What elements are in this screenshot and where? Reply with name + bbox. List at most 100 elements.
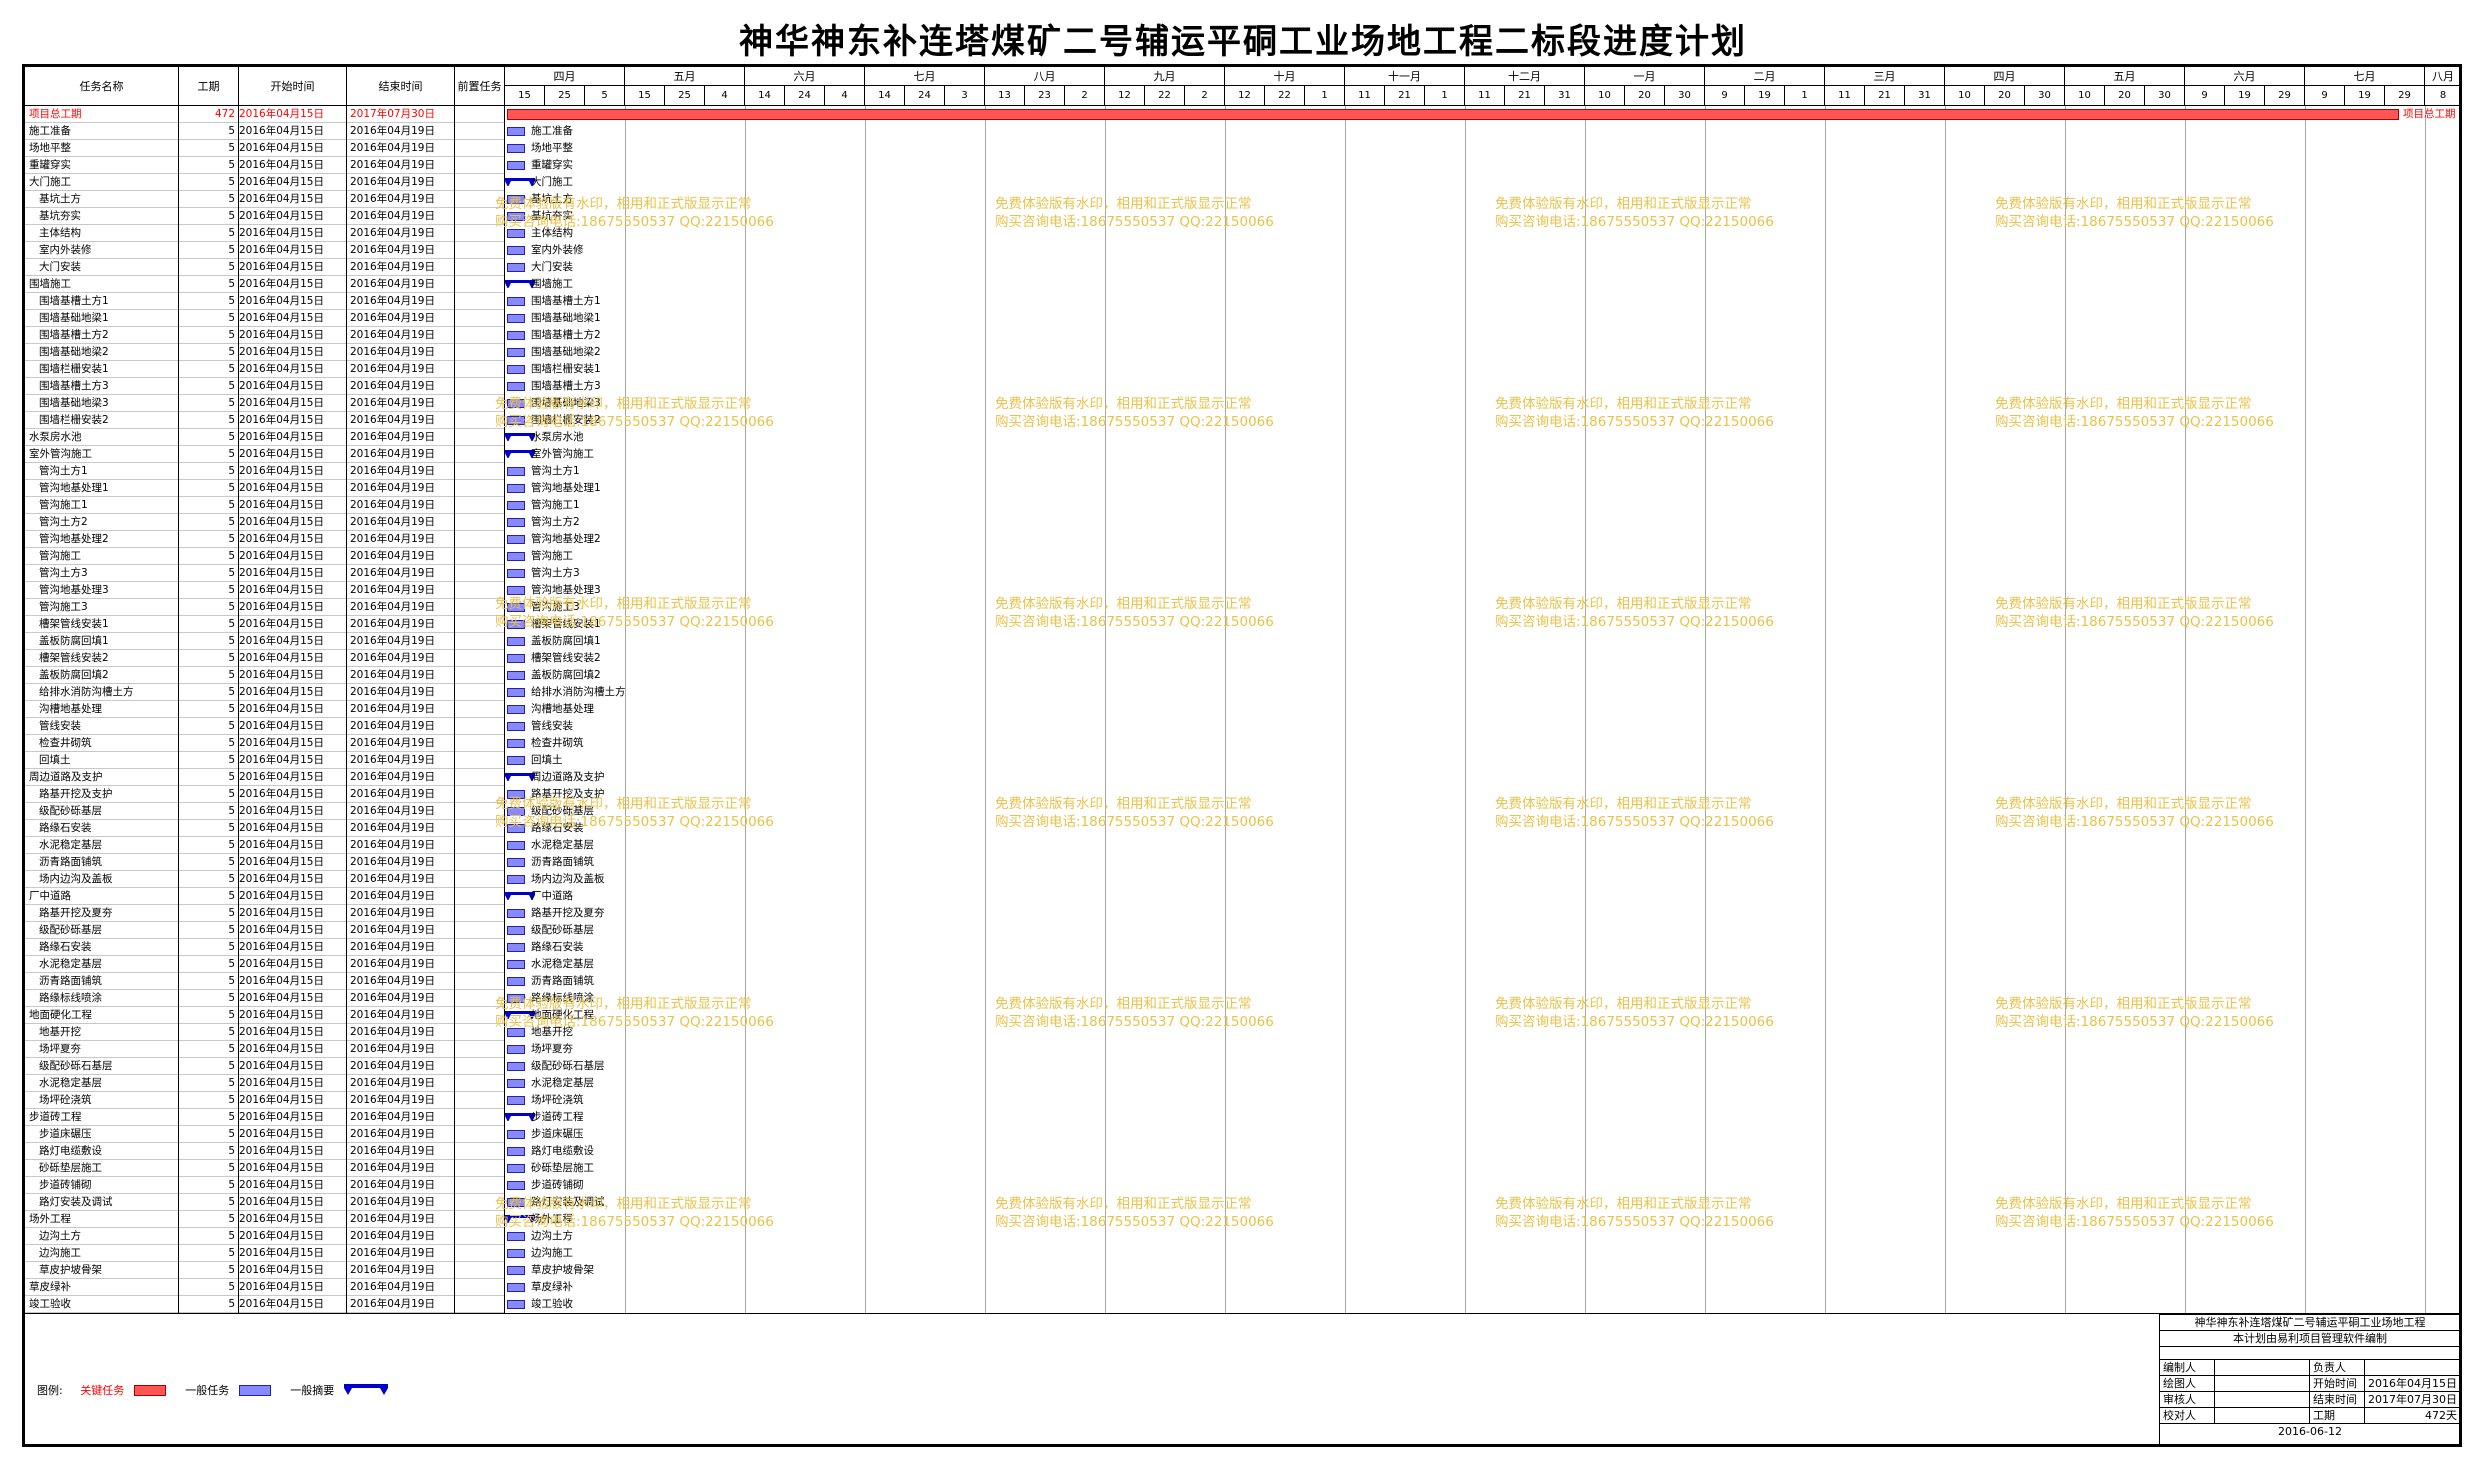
- task-duration: 5: [228, 1298, 235, 1310]
- table-divider: [346, 67, 347, 1313]
- task-end: 2016年04月19日: [350, 601, 435, 613]
- table-row: 基坑夯实 5 2016年04月15日 2016年04月19日: [25, 208, 505, 225]
- task-end: 2016年04月19日: [350, 584, 435, 596]
- task-start: 2016年04月15日: [239, 618, 324, 630]
- task-start: 2016年04月15日: [239, 856, 324, 868]
- task-duration: 5: [228, 1128, 235, 1140]
- table-row: 槽架管线安装1 5 2016年04月15日 2016年04月19日: [25, 616, 505, 633]
- watermark: 免费体验版有水印，相用和正式版显示正常 购买咨询电话:18675550537 QQ…: [1495, 1195, 1774, 1231]
- task-duration: 5: [228, 278, 235, 290]
- task-bar: [507, 722, 525, 731]
- watermark: 免费体验版有水印，相用和正式版显示正常 购买咨询电话:18675550537 QQ…: [1495, 395, 1774, 431]
- bar-label: 检查井砌筑: [531, 737, 584, 749]
- table-row: 槽架管线安装2 5 2016年04月15日 2016年04月19日: [25, 650, 505, 667]
- task-end: 2016年04月19日: [350, 958, 435, 970]
- table-row: 场坪夏夯 5 2016年04月15日 2016年04月19日: [25, 1041, 505, 1058]
- task-duration: 5: [228, 1094, 235, 1106]
- task-name: 盖板防腐回填2: [39, 669, 109, 681]
- watermark-line2: 购买咨询电话:18675550537 QQ:22150066: [995, 214, 1274, 230]
- task-name: 施工准备: [29, 125, 71, 137]
- watermark-line1: 免费体验版有水印，相用和正式版显示正常: [495, 996, 752, 1012]
- task-end: 2016年04月19日: [350, 1043, 435, 1055]
- info-cell: [2215, 1376, 2310, 1391]
- task-start: 2016年04月15日: [239, 550, 324, 562]
- task-duration: 5: [228, 1213, 235, 1225]
- timescale-day: 11: [1465, 86, 1505, 106]
- task-end: 2016年04月19日: [350, 125, 435, 137]
- legend-task-label: 一般任务: [185, 1384, 230, 1397]
- task-name: 大门安装: [39, 261, 81, 273]
- bar-label: 围墙基槽土方1: [531, 295, 601, 307]
- task-start: 2016年04月15日: [239, 1247, 324, 1259]
- watermark-line1: 免费体验版有水印，相用和正式版显示正常: [1495, 796, 1752, 812]
- task-bar: [507, 535, 525, 544]
- watermark: 免费体验版有水印，相用和正式版显示正常 购买咨询电话:18675550537 QQ…: [1495, 595, 1774, 631]
- task-start: 2016年04月15日: [239, 635, 324, 647]
- task-name: 场外工程: [29, 1213, 71, 1225]
- watermark: 免费体验版有水印，相用和正式版显示正常 购买咨询电话:18675550537 QQ…: [1495, 995, 1774, 1031]
- task-end: 2016年04月19日: [350, 448, 435, 460]
- timescale-day: 24: [905, 86, 945, 106]
- table-row: 砂砾垫层施工 5 2016年04月15日 2016年04月19日: [25, 1160, 505, 1177]
- timescale-day: 12: [1225, 86, 1265, 106]
- timescale-day: 10: [2065, 86, 2105, 106]
- task-start: 2016年04月15日: [239, 873, 324, 885]
- task-start: 2016年04月15日: [239, 771, 324, 783]
- task-end: 2016年04月19日: [350, 805, 435, 817]
- critical-bar: [507, 109, 2399, 120]
- task-bar: [507, 841, 525, 850]
- task-bar: [507, 1045, 525, 1054]
- task-start: 2016年04月15日: [239, 1298, 324, 1310]
- watermark-line2: 购买咨询电话:18675550537 QQ:22150066: [495, 1014, 774, 1030]
- table-bottom-line: [25, 1313, 2462, 1314]
- bar-label: 水泥稳定基层: [531, 839, 594, 851]
- watermark: 免费体验版有水印，相用和正式版显示正常 购买咨询电话:18675550537 QQ…: [995, 995, 1274, 1031]
- table-row: 管沟地基处理3 5 2016年04月15日 2016年04月19日: [25, 582, 505, 599]
- task-end: 2016年04月19日: [350, 176, 435, 188]
- task-end: 2016年04月19日: [350, 516, 435, 528]
- table-row: 管沟施工1 5 2016年04月15日 2016年04月19日: [25, 497, 505, 514]
- table-row: 管沟土方1 5 2016年04月15日 2016年04月19日: [25, 463, 505, 480]
- info-cell: 2017年07月30日: [2368, 1393, 2457, 1406]
- task-name: 路灯电缆敷设: [39, 1145, 102, 1157]
- info-cell: 负责人: [2310, 1360, 2365, 1375]
- task-end: 2016年04月19日: [350, 771, 435, 783]
- watermark-line1: 免费体验版有水印，相用和正式版显示正常: [495, 1196, 752, 1212]
- timescale-day: 10: [1945, 86, 1985, 106]
- task-name: 盖板防腐回填1: [39, 635, 109, 647]
- task-start: 2016年04月15日: [239, 907, 324, 919]
- task-end: 2016年04月19日: [350, 210, 435, 222]
- table-row: 管沟施工 5 2016年04月15日 2016年04月19日: [25, 548, 505, 565]
- gridline: [2425, 106, 2426, 1313]
- info-date: 2016-06-12: [2278, 1425, 2342, 1438]
- task-duration: 5: [228, 1247, 235, 1259]
- table-row: 级配砂砾基层 5 2016年04月15日 2016年04月19日: [25, 803, 505, 820]
- table-row: 室内外装修 5 2016年04月15日 2016年04月19日: [25, 242, 505, 259]
- bar-label: 竣工验收: [531, 1298, 573, 1310]
- task-duration: 5: [228, 431, 235, 443]
- table-row: 地基开挖 5 2016年04月15日 2016年04月19日: [25, 1024, 505, 1041]
- timescale-day: 23: [1025, 86, 1065, 106]
- task-duration: 5: [228, 975, 235, 987]
- task-duration: 5: [228, 448, 235, 460]
- watermark: 免费体验版有水印，相用和正式版显示正常 购买咨询电话:18675550537 QQ…: [1495, 795, 1774, 831]
- task-start: 2016年04月15日: [239, 499, 324, 511]
- task-end: 2016年04月19日: [350, 1247, 435, 1259]
- task-start: 2016年04月15日: [239, 890, 324, 902]
- bar-label: 厂中道路: [531, 890, 573, 902]
- table-row: 主体结构 5 2016年04月15日 2016年04月19日: [25, 225, 505, 242]
- task-bar: [507, 263, 525, 272]
- task-end: 2016年04月19日: [350, 703, 435, 715]
- info-row: 编制人 负责人: [2160, 1360, 2460, 1376]
- task-bar: [507, 909, 525, 918]
- task-duration: 5: [228, 227, 235, 239]
- task-end: 2016年04月19日: [350, 533, 435, 545]
- task-bar: [507, 1283, 525, 1292]
- bar-label: 场坪砼浇筑: [531, 1094, 584, 1106]
- timescale-day: 20: [1985, 86, 2025, 106]
- bar-label: 大门施工: [531, 176, 573, 188]
- task-start: 2016年04月15日: [239, 1043, 324, 1055]
- task-duration: 5: [228, 1111, 235, 1123]
- task-end: 2016年04月19日: [350, 380, 435, 392]
- task-name: 竣工验收: [29, 1298, 71, 1310]
